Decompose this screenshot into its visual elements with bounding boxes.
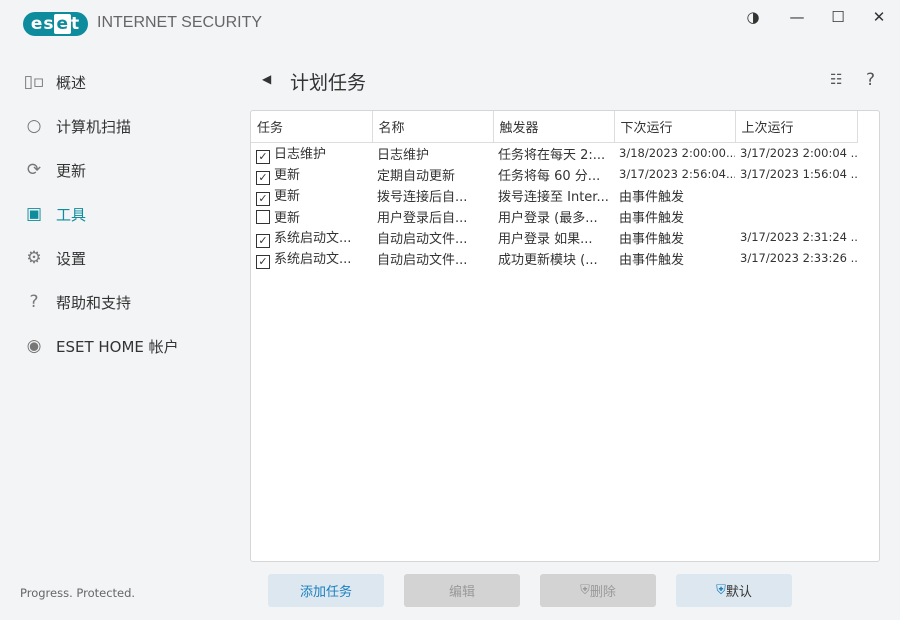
search-icon: ○ bbox=[26, 116, 42, 136]
last-run: 3/17/2023 2:00:04 ... bbox=[740, 146, 857, 160]
task-trigger: 拨号连接至 Inter... bbox=[498, 189, 609, 205]
sidebar-item-label: 设置 bbox=[56, 249, 87, 268]
shield-icon: ⛨ bbox=[716, 583, 726, 598]
task-trigger: 成功更新模块 (... bbox=[498, 252, 598, 268]
task-type: 更新 bbox=[274, 188, 301, 204]
dashboard-icon: ▯▫ bbox=[23, 72, 45, 92]
scheduler-table: 任务 名称 触发器 下次运行 上次运行 ✓ 日志维护 日志维护 任务将在每天 2:... … bbox=[251, 111, 858, 269]
task-enabled-checkbox[interactable] bbox=[256, 209, 270, 224]
sidebar-item-label: 概述 bbox=[56, 73, 87, 92]
sidebar-item-0[interactable]: ▯▫ 概述 bbox=[24, 67, 86, 97]
add-task-button[interactable]: 添加任务 bbox=[268, 574, 384, 607]
task-name: 自动启动文件... bbox=[377, 231, 468, 247]
table-row[interactable]: ✓ 更新 拨号连接后自... 拨号连接至 Inter... 由事件触发 bbox=[251, 185, 857, 206]
sidebar-item-5[interactable]: ? 帮助和支持 bbox=[24, 287, 131, 317]
task-enabled-checkbox[interactable]: ✓ bbox=[256, 254, 270, 269]
sidebar-item-label: 帮助和支持 bbox=[56, 293, 132, 312]
toolbox-icon: ▣ bbox=[25, 204, 43, 224]
task-trigger: 用户登录 (最多... bbox=[498, 210, 598, 226]
task-type: 更新 bbox=[274, 167, 301, 183]
task-name: 日志维护 bbox=[377, 147, 430, 163]
task-type: 系统启动文... bbox=[274, 251, 352, 267]
last-run: 3/17/2023 2:33:26 ... bbox=[740, 251, 857, 265]
default-label: 默认 bbox=[725, 585, 752, 600]
maximize-button[interactable]: ☐ bbox=[826, 8, 850, 28]
task-type: 日志维护 bbox=[274, 146, 327, 162]
table-row[interactable]: ✓ 系统启动文... 自动启动文件... 用户登录 如果... 由事件触发 3/1… bbox=[251, 227, 857, 248]
sidebar-item-label: ESET HOME 帐户 bbox=[56, 337, 179, 356]
sidebar-item-3[interactable]: ▣ 工具 bbox=[24, 199, 86, 229]
default-button[interactable]: ⛨ 默认 bbox=[676, 574, 792, 607]
delete-button[interactable]: ⛨ 删除 bbox=[540, 574, 656, 607]
product-name: INTERNET SECURITY bbox=[97, 14, 263, 31]
last-run bbox=[735, 185, 857, 206]
account-icon: ◉ bbox=[26, 336, 42, 356]
column-header[interactable]: 下次运行 bbox=[614, 111, 736, 143]
task-name: 用户登录后自... bbox=[377, 210, 468, 226]
sidebar-item-1[interactable]: ○ 计算机扫描 bbox=[24, 111, 131, 141]
table-row[interactable]: 更新 用户登录后自... 用户登录 (最多... 由事件触发 bbox=[251, 206, 857, 227]
column-header[interactable]: 上次运行 bbox=[735, 111, 858, 143]
view-options-icon[interactable]: ☷ bbox=[830, 72, 843, 88]
close-button[interactable]: ✕ bbox=[867, 8, 891, 28]
next-run: 由事件触发 bbox=[619, 189, 685, 205]
sidebar-item-label: 计算机扫描 bbox=[56, 117, 132, 136]
last-run: 3/17/2023 1:56:04 ... bbox=[740, 167, 857, 181]
tagline: Progress. Protected. bbox=[20, 586, 136, 600]
next-run: 3/18/2023 2:00:00... bbox=[619, 146, 735, 160]
sidebar-item-4[interactable]: ⚙ 设置 bbox=[24, 243, 86, 273]
back-button[interactable]: ◀ bbox=[262, 72, 271, 86]
task-type: 更新 bbox=[274, 210, 301, 226]
help-icon: ? bbox=[29, 292, 39, 312]
column-header[interactable]: 名称 bbox=[372, 111, 494, 143]
delete-label: 删除 bbox=[589, 585, 616, 600]
table-row[interactable]: ✓ 系统启动文... 自动启动文件... 成功更新模块 (... 由事件触发 3/… bbox=[251, 248, 857, 269]
next-run: 3/17/2023 2:56:04... bbox=[619, 167, 735, 181]
last-run: 3/17/2023 2:31:24 ... bbox=[740, 230, 857, 244]
task-trigger: 用户登录 如果... bbox=[498, 231, 593, 247]
shield-icon: ⛨ bbox=[580, 583, 590, 598]
sidebar-item-6[interactable]: ◉ ESET HOME 帐户 bbox=[24, 331, 179, 361]
page-title: 计划任务 bbox=[290, 72, 367, 94]
sidebar-item-label: 更新 bbox=[56, 161, 87, 180]
edit-button[interactable]: 编辑 bbox=[404, 574, 520, 607]
last-run bbox=[735, 206, 857, 227]
task-enabled-checkbox[interactable]: ✓ bbox=[256, 170, 270, 185]
refresh-icon: ⟳ bbox=[26, 160, 42, 180]
task-type: 系统启动文... bbox=[274, 230, 352, 246]
sidebar-item-label: 工具 bbox=[56, 205, 87, 224]
scheduler-table-panel: 任务 名称 触发器 下次运行 上次运行 ✓ 日志维护 日志维护 任务将在每天 2:... … bbox=[250, 110, 880, 562]
task-enabled-checkbox[interactable]: ✓ bbox=[256, 233, 270, 248]
task-enabled-checkbox[interactable]: ✓ bbox=[256, 191, 270, 206]
task-trigger: 任务将每 60 分... bbox=[498, 168, 601, 184]
table-row[interactable]: ✓ 日志维护 日志维护 任务将在每天 2:... 3/18/2023 2:00:0… bbox=[251, 142, 857, 164]
sidebar-item-2[interactable]: ⟳ 更新 bbox=[24, 155, 86, 185]
task-trigger: 任务将在每天 2:... bbox=[498, 147, 606, 163]
help-button[interactable]: ? bbox=[866, 70, 875, 90]
gear-icon: ⚙ bbox=[26, 248, 42, 268]
eset-logo: es e t bbox=[23, 12, 88, 36]
next-run: 由事件触发 bbox=[619, 252, 685, 268]
task-name: 定期自动更新 bbox=[377, 168, 456, 184]
task-name: 自动启动文件... bbox=[377, 252, 468, 268]
column-header[interactable]: 任务 bbox=[251, 111, 373, 143]
column-header[interactable]: 触发器 bbox=[493, 111, 615, 143]
table-row[interactable]: ✓ 更新 定期自动更新 任务将每 60 分... 3/17/2023 2:56:0… bbox=[251, 164, 857, 185]
task-enabled-checkbox[interactable]: ✓ bbox=[256, 149, 270, 164]
minimize-button[interactable]: — bbox=[785, 8, 809, 28]
next-run: 由事件触发 bbox=[619, 231, 685, 247]
next-run: 由事件触发 bbox=[619, 210, 685, 226]
theme-toggle-icon[interactable]: ◑ bbox=[741, 8, 765, 28]
task-name: 拨号连接后自... bbox=[377, 189, 468, 205]
